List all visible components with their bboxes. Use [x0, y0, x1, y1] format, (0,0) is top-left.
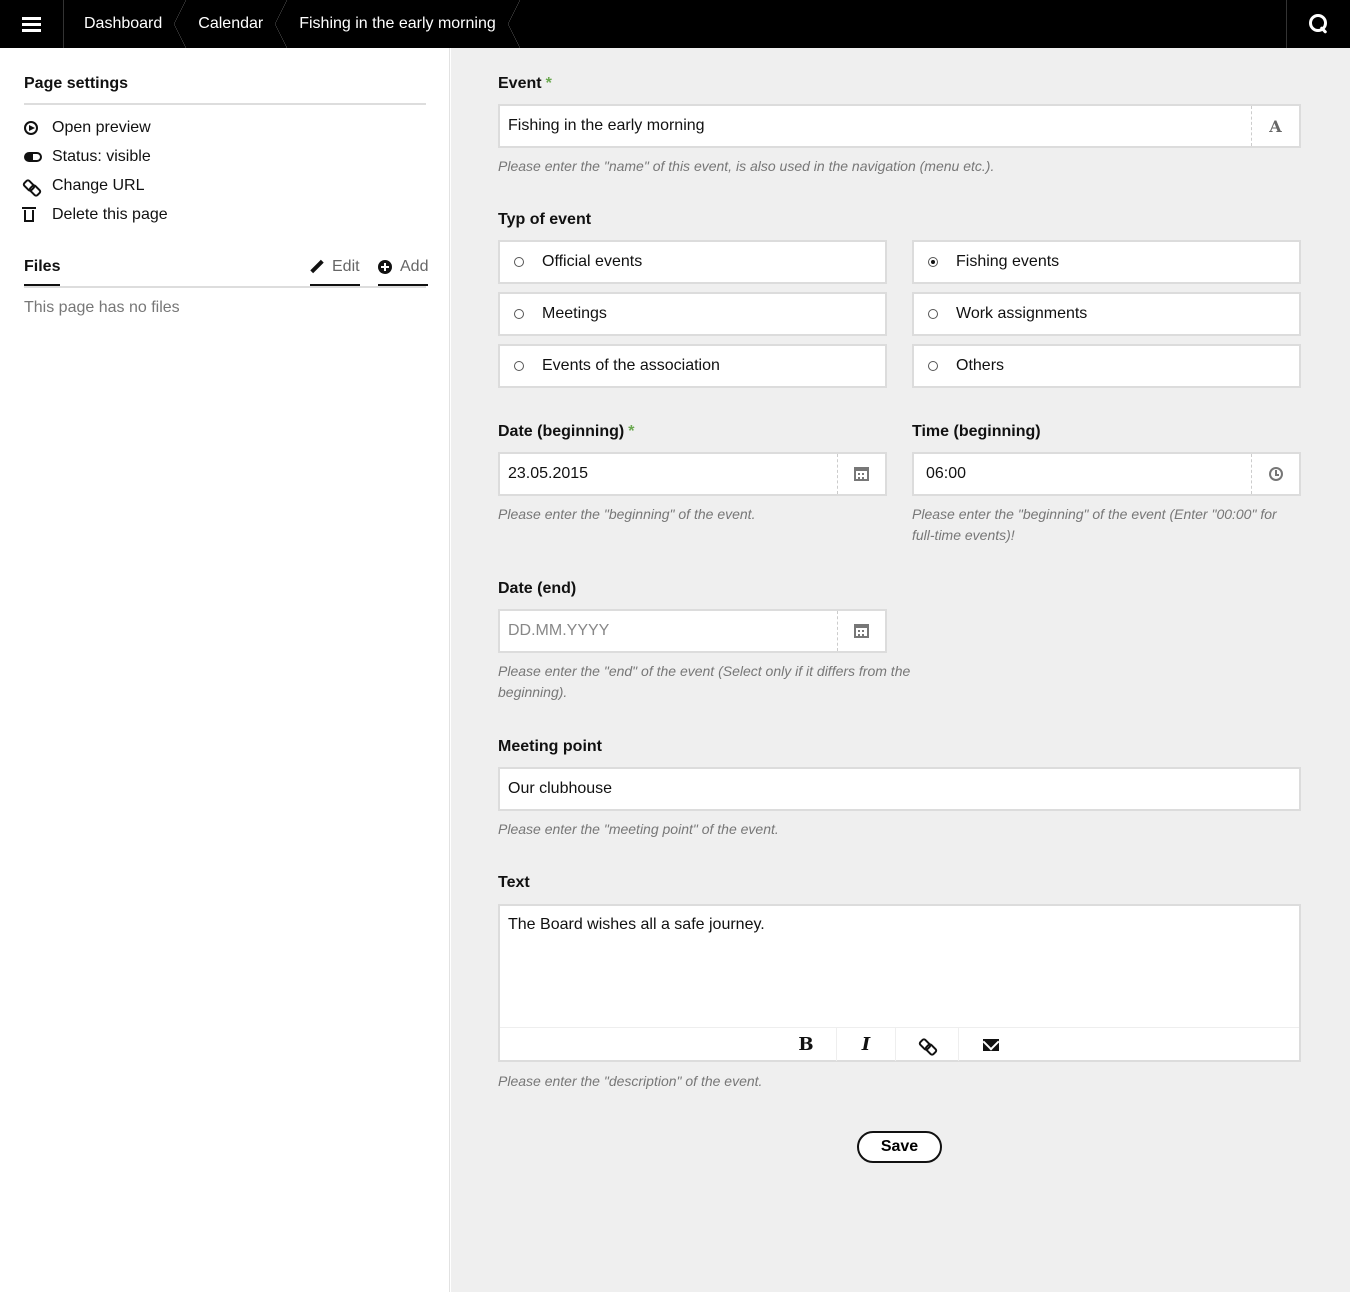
files-add-label: Add: [400, 258, 429, 275]
meeting-point-field[interactable]: Our clubhouse: [498, 767, 1301, 811]
radio-indicator: [928, 361, 938, 371]
time-begin-label: Time (beginning): [912, 423, 1041, 440]
sidebar: Page settings Open preview Status: visib…: [0, 48, 450, 1292]
event-name-value[interactable]: Fishing in the early morning: [500, 117, 1251, 135]
radio-label: Meetings: [542, 305, 607, 322]
breadcrumb-dashboard[interactable]: Dashboard: [64, 0, 187, 48]
time-begin-field[interactable]: 06:00: [912, 452, 1301, 496]
radio-label: Work assignments: [956, 305, 1088, 322]
plus-circle-icon: [378, 260, 392, 274]
top-bar: Dashboard Calendar Fishing in the early …: [0, 0, 1350, 48]
date-end-help: Please enter the "end" of the event (Sel…: [498, 663, 911, 700]
text-label: Text: [498, 874, 530, 891]
radio-indicator: [514, 361, 524, 371]
calendar-icon: [854, 624, 869, 638]
insert-link-button[interactable]: [896, 1028, 959, 1061]
status-label: Status: visible: [52, 148, 151, 165]
bold-icon: B: [798, 1034, 814, 1055]
event-name-field[interactable]: Fishing in the early morning A: [498, 104, 1301, 148]
editor-toolbar: B I: [500, 1027, 1299, 1061]
play-circle-icon: [24, 121, 38, 135]
radio-indicator: [514, 257, 524, 267]
type-label: Typ of event: [498, 211, 592, 228]
time-begin-value[interactable]: 06:00: [914, 465, 1251, 483]
italic-icon: I: [861, 1034, 871, 1055]
radio-work-assignments[interactable]: Work assignments: [912, 292, 1301, 336]
open-preview-label: Open preview: [52, 119, 151, 136]
search-button[interactable]: [1286, 0, 1350, 48]
menu-button[interactable]: [0, 0, 64, 48]
files-edit-button[interactable]: Edit: [310, 258, 360, 286]
description-editor[interactable]: The Board wishes all a safe journey. B I: [498, 904, 1301, 1062]
trash-icon: [22, 207, 36, 222]
date-begin-picker-button[interactable]: [837, 454, 885, 494]
radio-label: Others: [956, 357, 1005, 374]
meeting-point-label: Meeting point: [498, 738, 602, 755]
files-title: Files: [24, 258, 61, 286]
link-icon: [24, 179, 38, 193]
event-help: Please enter the "name" of this event, i…: [498, 158, 995, 174]
calendar-icon: [854, 467, 869, 481]
date-end-label: Date (end): [498, 580, 577, 597]
radio-label: Official events: [542, 253, 643, 270]
status-toggle-link[interactable]: Status: visible: [24, 146, 151, 168]
delete-page-link[interactable]: Delete this page: [22, 204, 168, 226]
files-add-button[interactable]: Add: [378, 258, 429, 286]
delete-page-label: Delete this page: [52, 206, 168, 223]
no-files-message: This page has no files: [24, 299, 180, 316]
search-icon: [1308, 14, 1329, 34]
radio-association-events[interactable]: Events of the association: [498, 344, 887, 388]
time-begin-help: Please enter the "beginning" of the even…: [912, 506, 1277, 543]
toggle-icon: [24, 152, 42, 162]
date-end-field[interactable]: DD.MM.YYYY: [498, 609, 887, 653]
date-begin-label: Date (beginning) *: [498, 423, 635, 440]
meeting-point-value[interactable]: Our clubhouse: [500, 780, 1299, 798]
date-begin-value[interactable]: 23.05.2015: [500, 465, 837, 483]
radio-meetings[interactable]: Meetings: [498, 292, 887, 336]
save-button[interactable]: Save: [857, 1131, 942, 1163]
meeting-point-help: Please enter the "meeting point" of the …: [498, 821, 779, 837]
envelope-icon: [983, 1038, 999, 1051]
bold-button[interactable]: B: [776, 1028, 837, 1061]
event-form: Event * Fishing in the early morning A Pl…: [451, 48, 1350, 1292]
page-settings-title: Page settings: [24, 75, 426, 105]
radio-label: Fishing events: [956, 253, 1060, 270]
link-icon: [920, 1038, 934, 1052]
insert-email-button[interactable]: [959, 1028, 1023, 1061]
italic-button[interactable]: I: [837, 1028, 896, 1061]
radio-indicator-checked: [928, 257, 938, 267]
change-url-link[interactable]: Change URL: [24, 175, 145, 197]
hamburger-icon: [22, 16, 41, 32]
breadcrumb-calendar[interactable]: Calendar: [186, 0, 288, 48]
date-end-placeholder[interactable]: DD.MM.YYYY: [500, 622, 837, 640]
pencil-icon: [310, 260, 324, 274]
change-url-label: Change URL: [52, 177, 145, 194]
radio-indicator: [928, 309, 938, 319]
radio-others[interactable]: Others: [912, 344, 1301, 388]
files-header: Files Edit Add: [24, 258, 429, 288]
date-begin-help: Please enter the "beginning" of the even…: [498, 506, 756, 522]
event-label: Event *: [498, 75, 552, 92]
radio-label: Events of the association: [542, 357, 720, 374]
clock-icon: [1268, 467, 1283, 481]
breadcrumb-current-page[interactable]: Fishing in the early morning: [287, 0, 520, 48]
files-edit-label: Edit: [332, 258, 360, 275]
text-help: Please enter the "description" of the ev…: [498, 1073, 763, 1089]
radio-fishing-events[interactable]: Fishing events: [912, 240, 1301, 284]
open-preview-link[interactable]: Open preview: [24, 117, 151, 139]
breadcrumb: Dashboard Calendar Fishing in the early …: [64, 0, 520, 48]
font-icon: A: [1269, 116, 1282, 136]
date-begin-field[interactable]: 23.05.2015: [498, 452, 887, 496]
time-picker-button[interactable]: [1251, 454, 1299, 494]
radio-indicator: [514, 309, 524, 319]
radio-official-events[interactable]: Official events: [498, 240, 887, 284]
font-format-button[interactable]: A: [1251, 106, 1299, 146]
date-end-picker-button[interactable]: [837, 611, 885, 651]
description-value[interactable]: The Board wishes all a safe journey.: [500, 906, 1299, 944]
